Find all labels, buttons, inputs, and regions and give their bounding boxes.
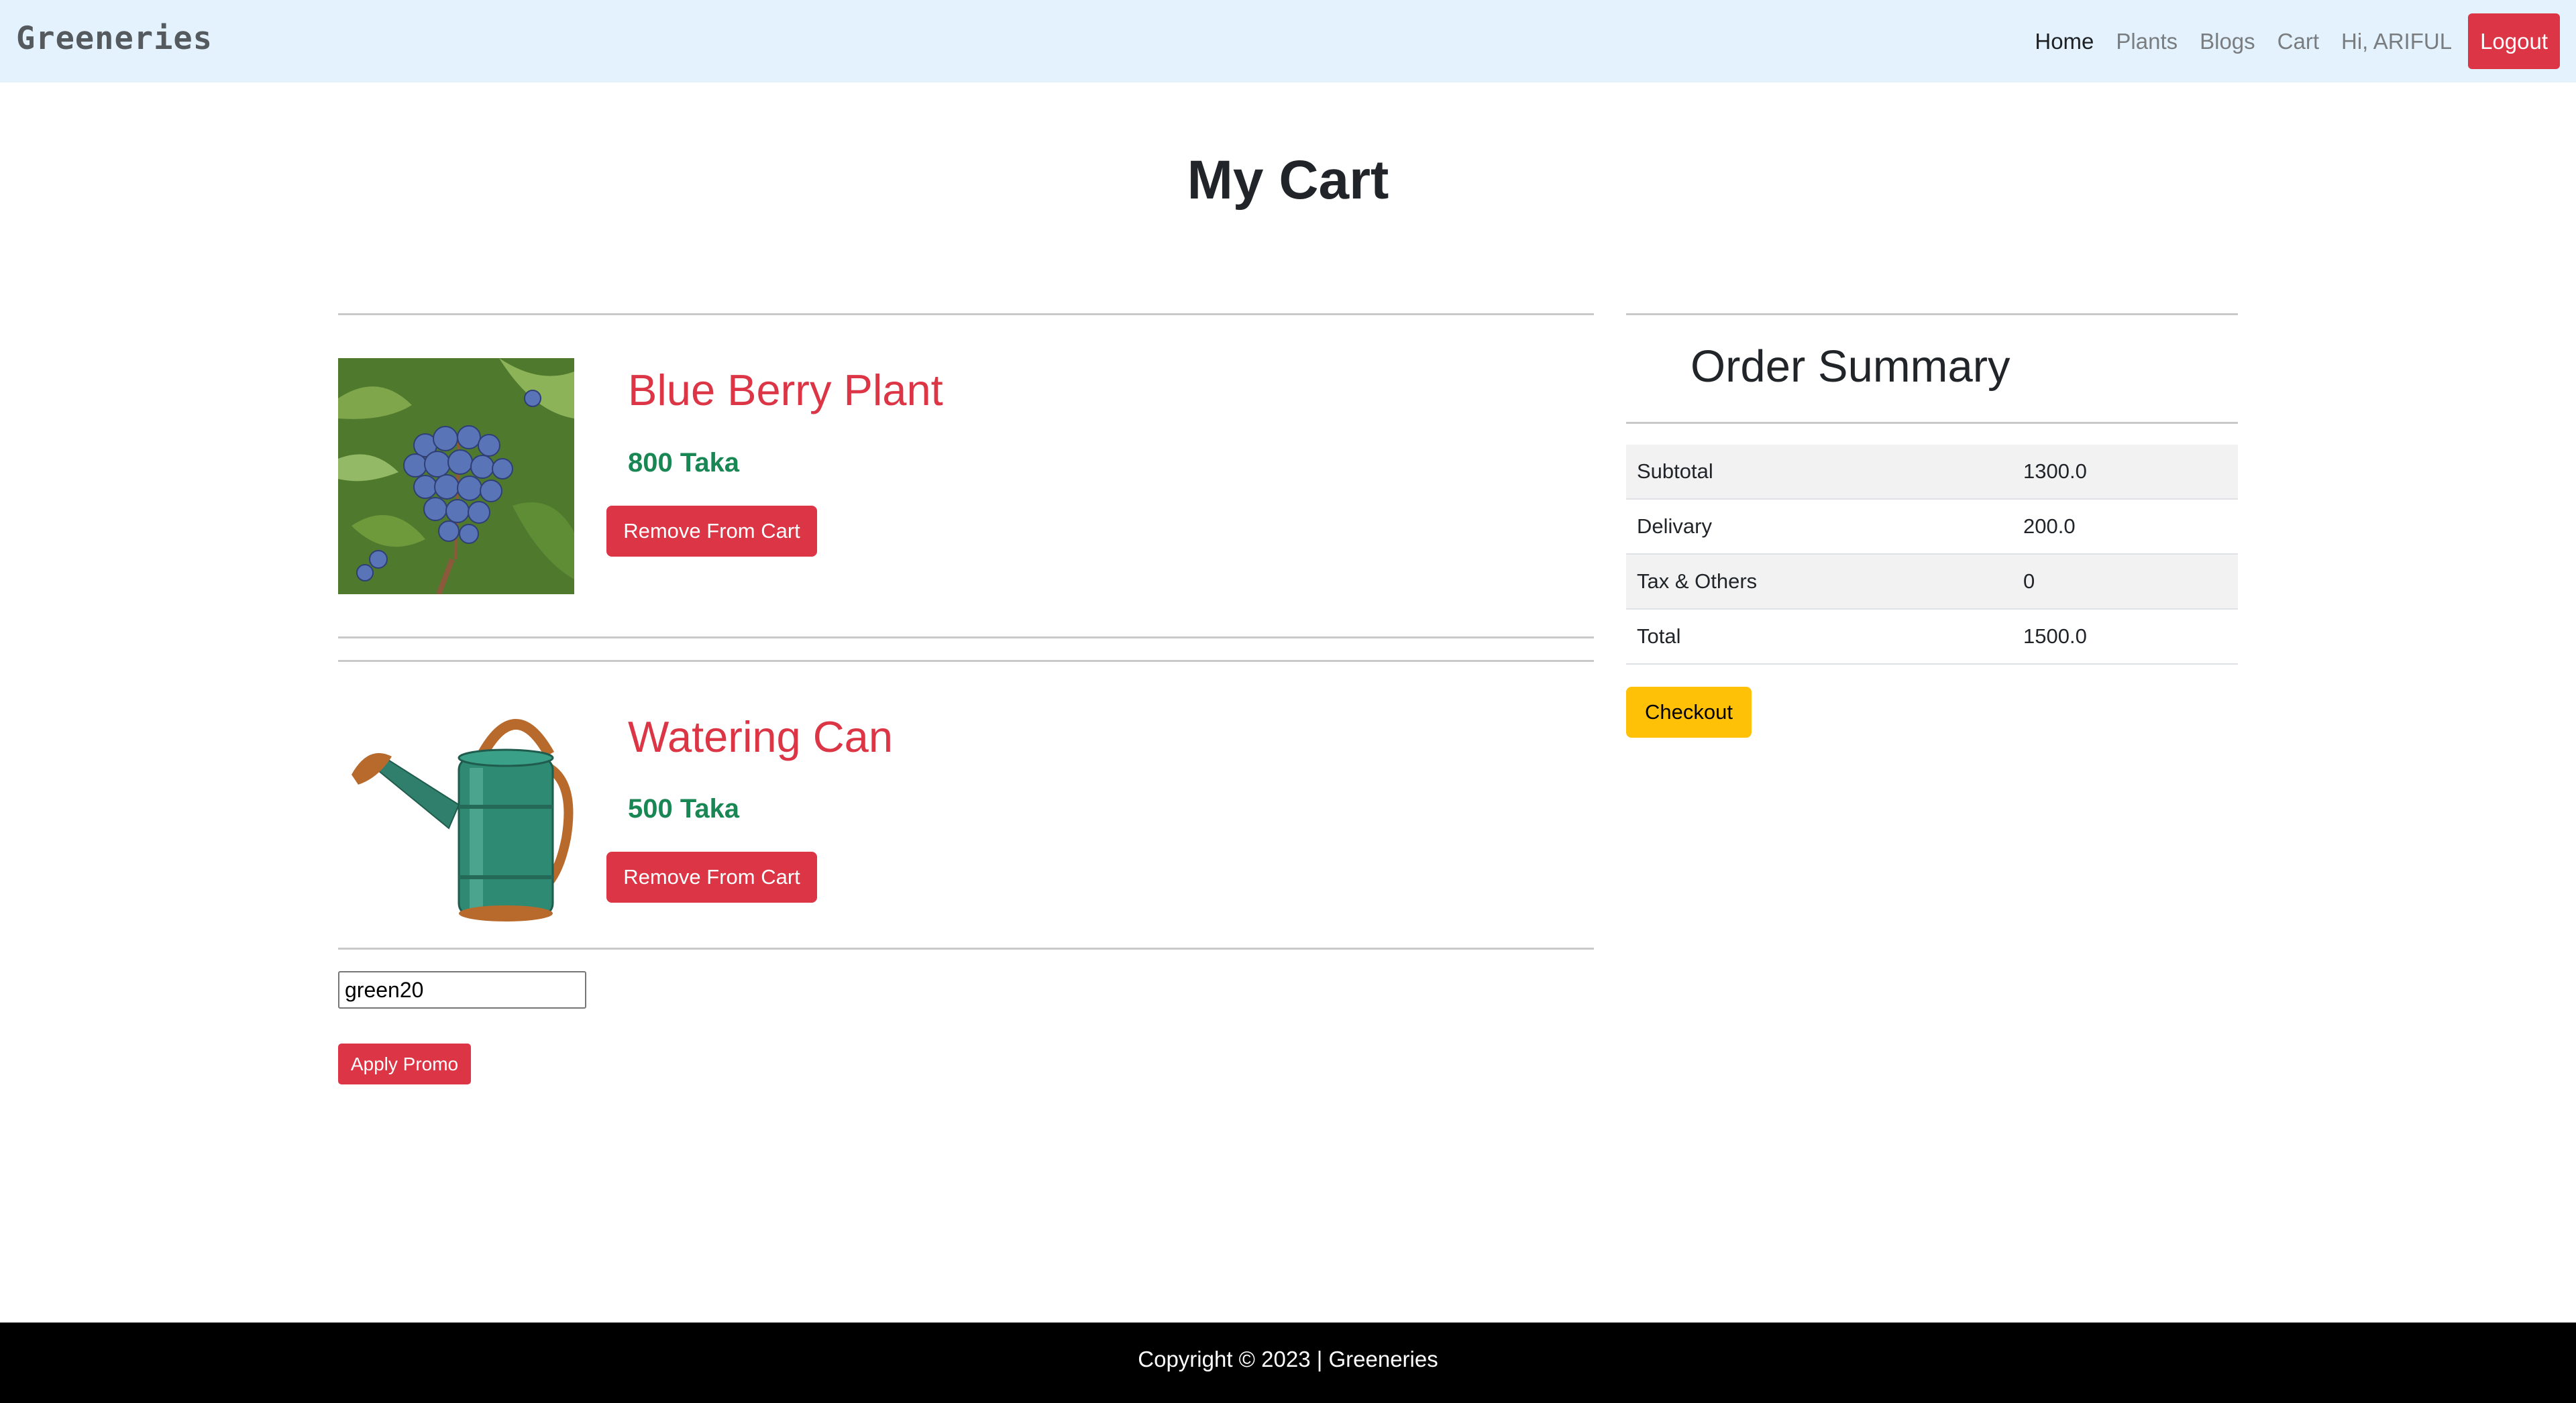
- summary-row-total: Total 1500.0: [1626, 610, 2238, 665]
- summary-value: 200.0: [2023, 514, 2076, 538]
- nav-link-home[interactable]: Home: [2035, 29, 2094, 54]
- nav-link-plants[interactable]: Plants: [2116, 29, 2178, 54]
- remove-from-cart-button[interactable]: Remove From Cart: [606, 506, 817, 557]
- item-name[interactable]: Watering Can: [628, 712, 893, 762]
- item-price: 500 Taka: [628, 794, 740, 824]
- nav-links: Home Plants Blogs Cart Hi, ARIFUL Logout: [2012, 13, 2560, 69]
- divider: [338, 636, 1594, 638]
- summary-row-subtotal: Subtotal 1300.0: [1626, 445, 2238, 500]
- summary-label: Total: [1637, 624, 1681, 648]
- summary-value: 1500.0: [2023, 624, 2087, 648]
- divider: [1626, 313, 2238, 315]
- divider: [338, 660, 1594, 662]
- summary-label: Delivary: [1637, 514, 1712, 538]
- summary-label: Subtotal: [1637, 459, 1713, 483]
- summary-label: Tax & Others: [1637, 569, 1758, 593]
- summary-value: 0: [2023, 569, 2035, 593]
- footer-copyright: Copyright © 2023 | Greeneries: [1138, 1347, 1438, 1371]
- divider: [1626, 422, 2238, 424]
- footer: Copyright © 2023 | Greeneries: [0, 1323, 2576, 1403]
- brand-logo[interactable]: Greeneries: [16, 20, 213, 57]
- promo-code-input[interactable]: [338, 971, 586, 1009]
- summary-row-delivery: Delivary 200.0: [1626, 500, 2238, 555]
- blueberry-plant-image: [338, 358, 574, 594]
- divider: [338, 948, 1594, 950]
- item-name[interactable]: Blue Berry Plant: [628, 365, 943, 415]
- nav-link-cart[interactable]: Cart: [2277, 29, 2319, 54]
- item-price: 800 Taka: [628, 448, 740, 478]
- logout-button[interactable]: Logout: [2468, 13, 2560, 69]
- watering-can-image: [338, 704, 574, 940]
- page-title: My Cart: [1187, 150, 1389, 211]
- order-summary-title: Order Summary: [1690, 341, 2010, 392]
- remove-from-cart-button[interactable]: Remove From Cart: [606, 852, 817, 903]
- summary-value: 1300.0: [2023, 459, 2087, 483]
- user-greeting: Hi, ARIFUL: [2341, 28, 2453, 54]
- navbar: Greeneries Home Plants Blogs Cart Hi, AR…: [0, 0, 2576, 82]
- nav-link-blogs[interactable]: Blogs: [2200, 29, 2255, 54]
- summary-row-tax: Tax & Others 0: [1626, 555, 2238, 610]
- checkout-button[interactable]: Checkout: [1626, 687, 1752, 738]
- apply-promo-button[interactable]: Apply Promo: [338, 1044, 471, 1084]
- divider: [338, 313, 1594, 315]
